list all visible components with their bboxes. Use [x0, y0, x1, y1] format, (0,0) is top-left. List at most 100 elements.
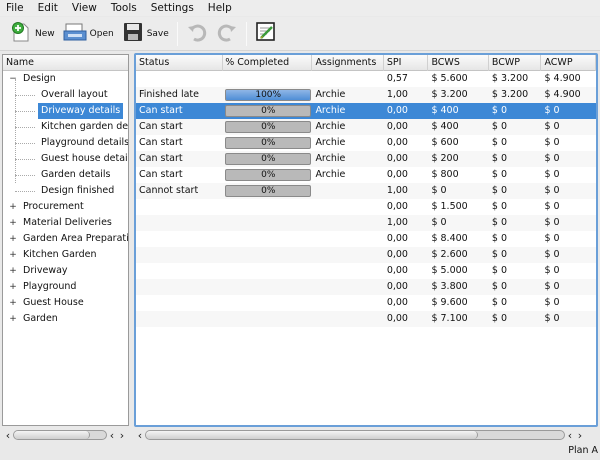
cell-bcws[interactable]: $ 0 [428, 215, 488, 231]
cell-status[interactable]: Can start [136, 151, 223, 167]
cell-acwp[interactable]: $ 0 [541, 103, 596, 119]
cell-completed[interactable]: 0% [223, 183, 312, 199]
scroll-right-icon[interactable]: › [117, 429, 127, 442]
cell-acwp[interactable]: $ 0 [541, 247, 596, 263]
cell-bcws[interactable]: $ 9.600 [428, 295, 488, 311]
cell-bcwp[interactable]: $ 0 [489, 295, 542, 311]
cell-spi[interactable]: 0,00 [384, 311, 429, 327]
cell-bcws[interactable]: $ 3.200 [428, 87, 488, 103]
cell-spi[interactable]: 0,00 [384, 103, 429, 119]
cell-spi[interactable]: 0,00 [384, 167, 429, 183]
tree-item[interactable]: Design finished [3, 183, 128, 199]
cell-assignments[interactable]: Archie [312, 87, 383, 103]
table-row[interactable]: Can start 0% Archie 0,00 $ 400 $ 0 $ 0 [136, 103, 596, 119]
menu-tools[interactable]: Tools [104, 2, 144, 14]
cell-assignments[interactable]: Archie [312, 119, 383, 135]
cell-bcwp[interactable]: $ 0 [489, 199, 542, 215]
tree-horizontal-scrollbar[interactable]: ‹ ‹ › [3, 428, 129, 442]
cell-assignments[interactable] [312, 263, 383, 279]
cell-bcwp[interactable]: $ 0 [489, 119, 542, 135]
menu-edit[interactable]: Edit [31, 2, 65, 14]
table-row[interactable]: Can start 0% Archie 0,00 $ 800 $ 0 $ 0 [136, 167, 596, 183]
cell-completed[interactable] [223, 199, 312, 215]
cell-bcws[interactable]: $ 8.400 [428, 231, 488, 247]
tree-item[interactable]: Driveway details [3, 103, 128, 119]
tree-item[interactable]: + Playground [3, 279, 128, 295]
cell-bcws[interactable]: $ 3.800 [428, 279, 488, 295]
table-row[interactable]: Can start 0% Archie 0,00 $ 600 $ 0 $ 0 [136, 135, 596, 151]
cell-bcws[interactable]: $ 200 [428, 151, 488, 167]
cell-status[interactable] [136, 71, 223, 87]
cell-bcws[interactable]: $ 7.100 [428, 311, 488, 327]
cell-bcwp[interactable]: $ 0 [489, 151, 542, 167]
cell-acwp[interactable]: $ 4.900 [541, 71, 596, 87]
cell-spi[interactable]: 0,00 [384, 295, 429, 311]
open-button[interactable]: Open [59, 19, 118, 49]
table-row[interactable]: 0,00 $ 7.100 $ 0 $ 0 [136, 311, 596, 327]
cell-bcws[interactable]: $ 600 [428, 135, 488, 151]
scroll-left-icon[interactable]: ‹ [3, 429, 13, 442]
cell-bcwp[interactable]: $ 0 [489, 215, 542, 231]
expand-icon[interactable]: + [9, 231, 17, 247]
cell-status[interactable] [136, 263, 223, 279]
expand-icon[interactable]: + [9, 199, 17, 215]
cell-assignments[interactable]: Archie [312, 135, 383, 151]
column-header-bcwp[interactable]: BCWP [489, 55, 542, 71]
scroll-left-icon[interactable]: ‹ [565, 429, 575, 442]
cell-status[interactable] [136, 295, 223, 311]
expand-icon[interactable]: + [9, 215, 17, 231]
table-row[interactable]: 0,00 $ 1.500 $ 0 $ 0 [136, 199, 596, 215]
cell-spi[interactable]: 0,00 [384, 279, 429, 295]
cell-completed[interactable] [223, 295, 312, 311]
cell-assignments[interactable] [312, 247, 383, 263]
column-header-bcws[interactable]: BCWS [428, 55, 489, 71]
column-header-status[interactable]: Status [136, 55, 224, 71]
tree-item[interactable]: + Procurement [3, 199, 128, 215]
tree-item[interactable]: Garden details [3, 167, 128, 183]
cell-acwp[interactable]: $ 0 [541, 135, 596, 151]
redo-button[interactable] [212, 19, 242, 49]
cell-bcws[interactable]: $ 2.600 [428, 247, 488, 263]
collapse-icon[interactable]: − [9, 71, 17, 87]
cell-acwp[interactable]: $ 0 [541, 311, 596, 327]
cell-completed[interactable] [223, 279, 312, 295]
cell-acwp[interactable]: $ 0 [541, 119, 596, 135]
tree-scroll-thumb[interactable] [14, 431, 90, 439]
cell-spi[interactable]: 0,57 [384, 71, 429, 87]
table-row[interactable]: 0,57 $ 5.600 $ 3.200 $ 4.900 [136, 71, 596, 87]
cell-acwp[interactable]: $ 0 [541, 215, 596, 231]
cell-bcws[interactable]: $ 400 [428, 119, 488, 135]
column-header-spi[interactable]: SPI [384, 55, 429, 71]
table-row[interactable]: Can start 0% Archie 0,00 $ 200 $ 0 $ 0 [136, 151, 596, 167]
cell-bcwp[interactable]: $ 0 [489, 263, 542, 279]
cell-acwp[interactable]: $ 0 [541, 295, 596, 311]
cell-spi[interactable]: 1,00 [384, 183, 429, 199]
cell-acwp[interactable]: $ 0 [541, 167, 596, 183]
cell-status[interactable]: Can start [136, 167, 223, 183]
cell-completed[interactable]: 0% [223, 119, 312, 135]
cell-status[interactable] [136, 279, 223, 295]
cell-assignments[interactable] [312, 183, 383, 199]
cell-assignments[interactable]: Archie [312, 103, 383, 119]
undo-button[interactable] [182, 19, 212, 49]
table-row[interactable]: 0,00 $ 9.600 $ 0 $ 0 [136, 295, 596, 311]
table-row[interactable]: 0,00 $ 3.800 $ 0 $ 0 [136, 279, 596, 295]
cell-bcwp[interactable]: $ 0 [489, 311, 542, 327]
cell-completed[interactable]: 0% [223, 151, 312, 167]
cell-completed[interactable]: 100% [223, 87, 312, 103]
cell-assignments[interactable] [312, 231, 383, 247]
cell-status[interactable]: Can start [136, 135, 223, 151]
cell-spi[interactable]: 0,00 [384, 199, 429, 215]
edit-task-button[interactable] [251, 19, 281, 49]
tree-item[interactable]: + Garden Area Preparation [3, 231, 128, 247]
expand-icon[interactable]: + [9, 279, 17, 295]
cell-status[interactable]: Can start [136, 119, 223, 135]
cell-bcws[interactable]: $ 5.600 [428, 71, 488, 87]
table-row[interactable]: Can start 0% Archie 0,00 $ 400 $ 0 $ 0 [136, 119, 596, 135]
expand-icon[interactable]: + [9, 263, 17, 279]
table-row[interactable]: Finished late 100% Archie 1,00 $ 3.200 $ 3.20… [136, 87, 596, 103]
menu-view[interactable]: View [65, 2, 104, 14]
tree-item[interactable]: + Kitchen Garden [3, 247, 128, 263]
cell-bcwp[interactable]: $ 0 [489, 167, 542, 183]
cell-completed[interactable] [223, 71, 312, 87]
